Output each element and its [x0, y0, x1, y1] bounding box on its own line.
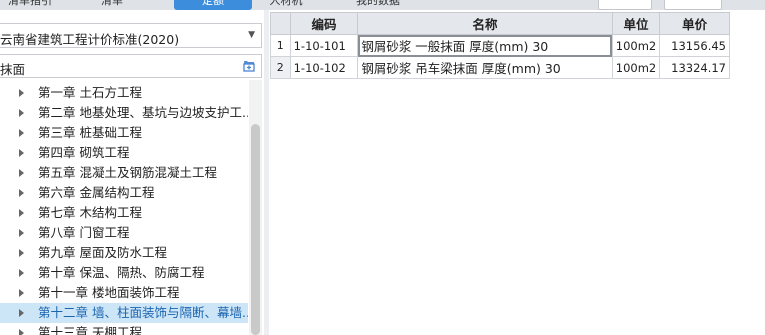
tab-list-guide[interactable]: 清单指引 — [0, 0, 60, 10]
tree-node-selected[interactable]: 第十二章 墙、柱面装饰与隔断、幕墙... — [0, 303, 248, 323]
cell-name[interactable]: 钢屑砂浆 吊车梁抹面 厚度(mm) 30 — [357, 56, 613, 79]
tree-node-label: 第十三章 天棚工程 — [38, 325, 142, 335]
standard-select[interactable]: 云南省建筑工程计价标准(2020) ▼ — [0, 23, 262, 48]
tree-node[interactable]: 第七章 木结构工程 — [0, 203, 248, 223]
expand-arrow-icon[interactable] — [19, 109, 24, 117]
table-row[interactable]: 1 1-10-101 钢屑砂浆 一般抹面 厚度(mm) 30 100m2 131… — [270, 34, 730, 57]
column-header-code[interactable]: 编码 — [289, 12, 359, 35]
cell-code[interactable]: 1-10-102 — [289, 56, 359, 79]
tree-node[interactable]: 第五章 混凝土及钢筋混凝土工程 — [0, 163, 248, 183]
search-folder-icon[interactable] — [241, 58, 257, 74]
panel-splitter[interactable] — [264, 10, 269, 335]
row-number[interactable]: 2 — [270, 56, 291, 79]
cell-price[interactable]: 13156.45 — [659, 34, 730, 57]
tree-node[interactable]: 第八章 门窗工程 — [0, 223, 248, 243]
tab-bar: 清单指引 清单 定额 人材机 我的数据 — [0, 0, 765, 10]
cell-name[interactable]: 钢屑砂浆 一般抹面 厚度(mm) 30 — [357, 34, 613, 57]
expand-arrow-icon[interactable] — [19, 169, 24, 177]
tab-bill[interactable]: 清单 — [92, 0, 132, 10]
tree-node-label: 第七章 木结构工程 — [38, 205, 142, 220]
expand-arrow-icon[interactable] — [19, 189, 24, 197]
expand-arrow-icon[interactable] — [19, 129, 24, 137]
tree-scrollbar[interactable] — [249, 80, 262, 335]
row-number-header — [270, 12, 291, 35]
tree-node-label: 第四章 砌筑工程 — [38, 145, 130, 160]
expand-arrow-icon[interactable] — [19, 269, 24, 277]
chevron-down-icon[interactable]: ▼ — [248, 30, 255, 40]
quota-grid: 编码 名称 单位 单价 1 1-10-101 钢屑砂浆 一般抹面 厚度(mm) … — [270, 12, 730, 79]
expand-arrow-icon[interactable] — [19, 289, 24, 297]
scrollbar-thumb[interactable] — [251, 124, 260, 335]
row-number[interactable]: 1 — [270, 34, 291, 57]
tree-node[interactable]: 第九章 屋面及防水工程 — [0, 243, 248, 263]
expand-arrow-icon[interactable] — [19, 329, 24, 335]
standard-select-value: 云南省建筑工程计价标准(2020) — [0, 32, 180, 47]
tree-node-label: 第三章 桩基础工程 — [38, 125, 142, 140]
tab-labor-material[interactable]: 人材机 — [258, 0, 314, 10]
cell-unit[interactable]: 100m2 — [611, 34, 661, 57]
expand-arrow-icon[interactable] — [19, 149, 24, 157]
toolbar-button[interactable] — [664, 0, 722, 10]
tree-node[interactable]: 第六章 金属结构工程 — [0, 183, 248, 203]
tree-node-label: 第十一章 楼地面装饰工程 — [38, 285, 180, 300]
search-input[interactable]: 抹面 — [0, 54, 262, 78]
expand-arrow-icon[interactable] — [19, 229, 24, 237]
tree-node-label: 第五章 混凝土及钢筋混凝土工程 — [38, 165, 217, 180]
column-header-unit[interactable]: 单位 — [611, 12, 661, 35]
tab-my-data[interactable]: 我的数据 — [346, 0, 410, 10]
chapter-tree: 第一章 土石方工程 第二章 地基处理、基坑与边坡支护工... 第三章 桩基础工程… — [0, 80, 248, 335]
toolbar-button[interactable] — [598, 0, 652, 10]
tree-node[interactable]: 第一章 土石方工程 — [0, 83, 248, 103]
tree-node-label: 第一章 土石方工程 — [38, 85, 142, 100]
tree-node[interactable]: 第四章 砌筑工程 — [0, 143, 248, 163]
search-input-value: 抹面 — [0, 62, 26, 77]
tree-node-label: 第九章 屋面及防水工程 — [38, 245, 167, 260]
cell-code[interactable]: 1-10-101 — [289, 34, 359, 57]
tree-node[interactable]: 第二章 地基处理、基坑与边坡支护工... — [0, 103, 248, 123]
tree-node[interactable]: 第三章 桩基础工程 — [0, 123, 248, 143]
expand-arrow-icon[interactable] — [19, 249, 24, 257]
column-header-name[interactable]: 名称 — [357, 12, 613, 35]
tree-node[interactable]: 第十三章 天棚工程 — [0, 323, 248, 335]
tree-node-label: 第十二章 墙、柱面装饰与隔断、幕墙... — [38, 305, 248, 320]
tree-node-label: 第六章 金属结构工程 — [38, 185, 155, 200]
tree-node-label: 第八章 门窗工程 — [38, 225, 130, 240]
quota-library-panel: 云南省建筑工程计价标准(2020) ▼ 抹面 第一章 土石方工程 第二章 地基处… — [0, 10, 264, 335]
table-row[interactable]: 2 1-10-102 钢屑砂浆 吊车梁抹面 厚度(mm) 30 100m2 13… — [270, 56, 730, 79]
tree-node[interactable]: 第十章 保温、隔热、防腐工程 — [0, 263, 248, 283]
expand-arrow-icon[interactable] — [19, 309, 24, 317]
expand-arrow-icon[interactable] — [19, 89, 24, 97]
cell-unit[interactable]: 100m2 — [611, 56, 661, 79]
tab-quota[interactable]: 定额 — [174, 0, 252, 10]
tree-node-label: 第十章 保温、隔热、防腐工程 — [38, 265, 205, 280]
tree-node[interactable]: 第十一章 楼地面装饰工程 — [0, 283, 248, 303]
expand-arrow-icon[interactable] — [19, 209, 24, 217]
tree-node-label: 第二章 地基处理、基坑与边坡支护工... — [38, 105, 248, 120]
cell-price[interactable]: 13324.17 — [659, 56, 730, 79]
column-header-price[interactable]: 单价 — [659, 12, 730, 35]
